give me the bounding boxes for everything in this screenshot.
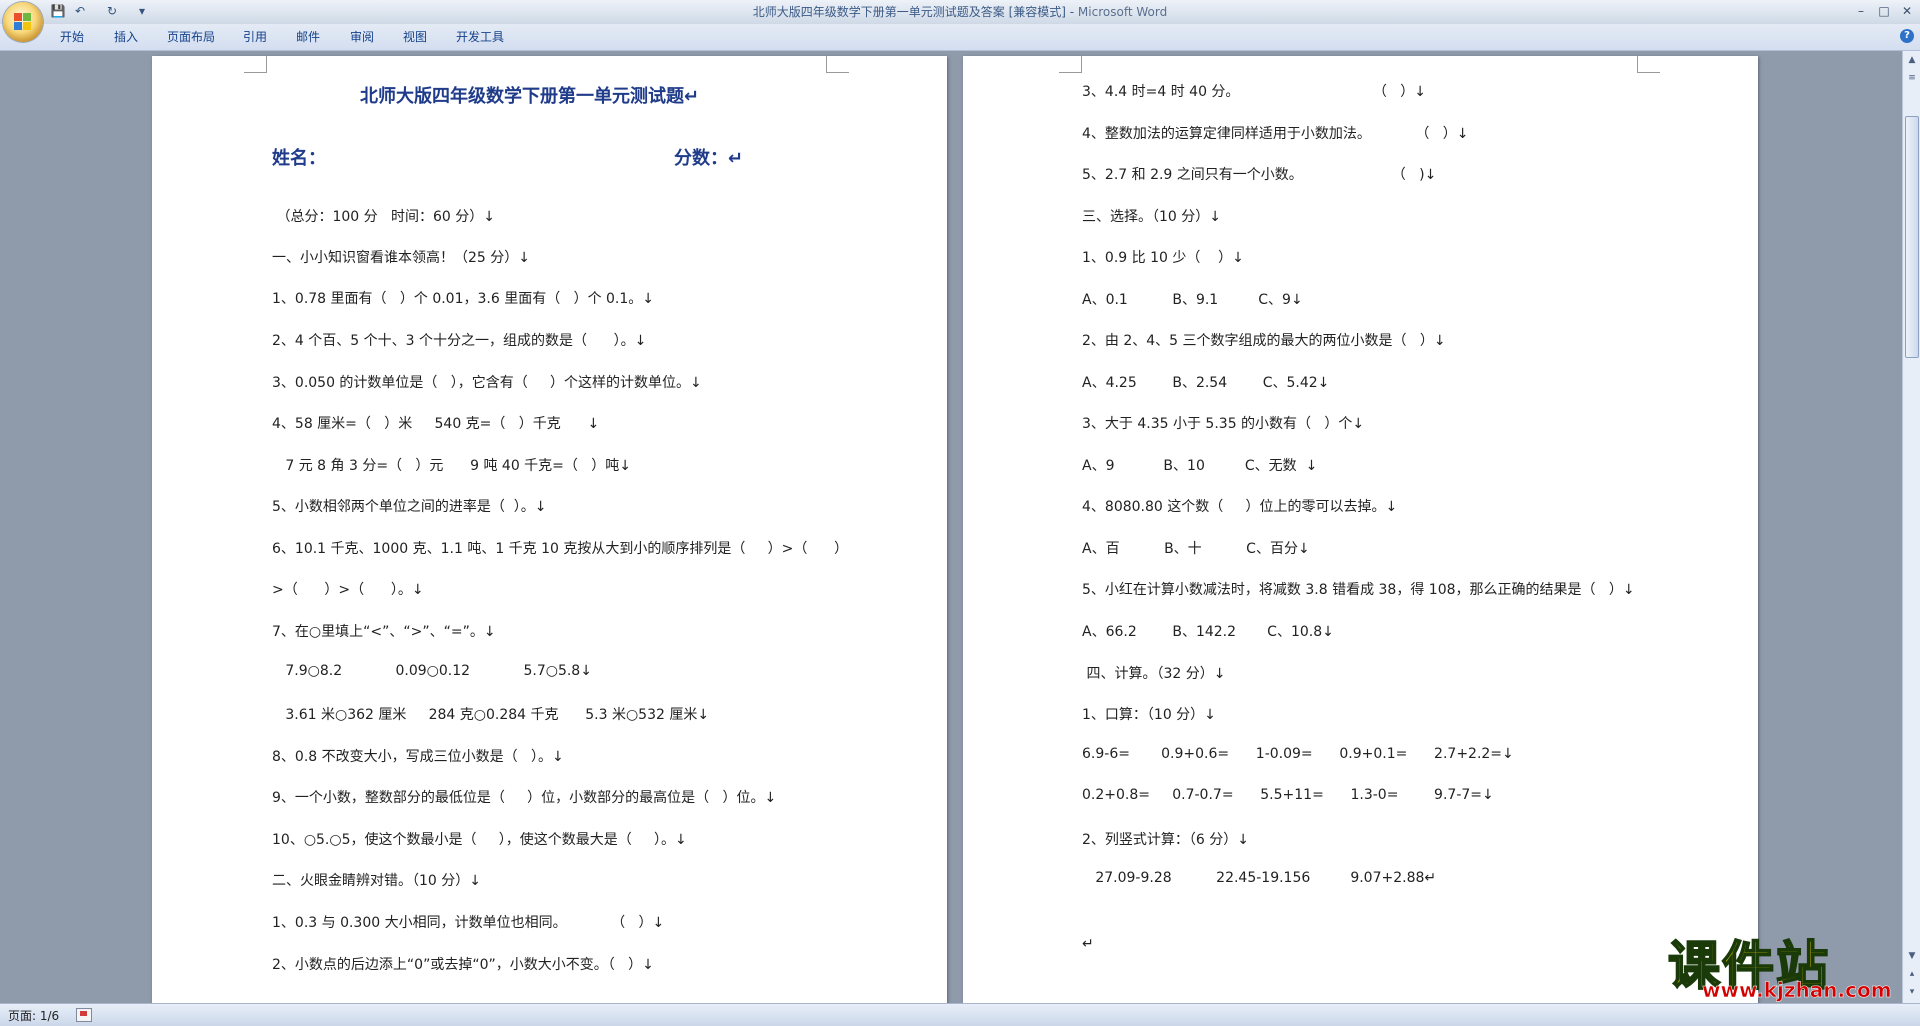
question-line: 2、列竖式计算：（6 分）↓ xyxy=(1082,832,1249,848)
question-line: 7、在○里填上“<”、“>”、“=”。↓ xyxy=(272,624,496,640)
proofing-icon[interactable] xyxy=(76,1008,92,1022)
next-page-icon[interactable]: ▾ xyxy=(1905,985,1919,999)
document-title: 北师大版四年级数学下册第一单元测试题↵ xyxy=(360,86,700,107)
watermark-logo: 课件站 www.kjzhan.com xyxy=(1667,924,1900,1004)
tab-developer[interactable]: 开发工具 xyxy=(456,29,504,45)
question-line: 9、一个小数，整数部分的最低位是（ ）位，小数部分的最高位是（ ）位。↓ xyxy=(272,790,777,806)
question-line: 1、0.3 与 0.300 大小相同，计数单位也相同。 （ ）↓ xyxy=(272,915,665,931)
question-line: 5、小红在计算小数减法时，将减数 3.8 错看成 38，得 108，那么正确的结… xyxy=(1082,582,1635,598)
text-line: （总分：100 分 时间：60 分）↓ xyxy=(272,209,495,225)
question-line: 10、○5.○5，使这个数最小是（ ），使这个数最大是（ ）。↓ xyxy=(272,832,687,848)
window-title: 北师大版四年级数学下册第一单元测试题及答案 [兼容模式] - Microsoft… xyxy=(0,0,1920,24)
section-heading: 四、计算。（32 分）↓ xyxy=(1082,666,1226,682)
question-line: 2、4 个百、5 个十、3 个十分之一，组成的数是（ ）。↓ xyxy=(272,333,647,349)
margin-marker xyxy=(826,56,849,73)
section-heading: 二、火眼金睛辨对错。（10 分）↓ xyxy=(272,873,481,889)
scroll-thumb[interactable] xyxy=(1905,116,1919,358)
tab-review[interactable]: 审阅 xyxy=(350,29,374,45)
question-line: 7 元 8 角 3 分=（ ）元 9 吨 40 千克=（ ）吨↓ xyxy=(272,458,631,474)
close-button[interactable]: ✕ xyxy=(1896,2,1918,20)
page-1[interactable]: 北师大版四年级数学下册第一单元测试题↵ 姓名： 分数：↵ （总分：100 分 时… xyxy=(152,56,947,1003)
tab-references[interactable]: 引用 xyxy=(243,29,267,45)
question-line: 6、10.1 千克、1000 克、1.1 吨、1 千克 10 克按从大到小的顺序… xyxy=(272,541,849,557)
question-line: 7.9○8.2 0.09○0.12 5.7○5.8↓ xyxy=(272,663,592,679)
minimize-button[interactable]: – xyxy=(1850,2,1872,20)
options-line: A、百 B、十 C、百分↓ xyxy=(1082,541,1310,557)
document-area[interactable]: 北师大版四年级数学下册第一单元测试题↵ 姓名： 分数：↵ （总分：100 分 时… xyxy=(0,51,1902,1003)
question-line: 4、整数加法的运算定律同样适用于小数加法。 （ ）↓ xyxy=(1082,126,1469,142)
page-counter[interactable]: 页面: 1/6 xyxy=(8,1007,59,1024)
watermark-url: www.kjzhan.com xyxy=(1702,978,1892,1003)
section-heading: 三、选择。（10 分）↓ xyxy=(1082,209,1221,225)
scroll-down-icon[interactable]: ▼ xyxy=(1905,949,1919,963)
section-heading: 一、小小知识窗看谁本领高！（25 分）↓ xyxy=(272,250,530,266)
margin-marker xyxy=(1637,56,1660,73)
options-line: A、66.2 B、142.2 C、10.8↓ xyxy=(1082,624,1334,640)
question-line: 3、4.4 时=4 时 40 分。 （ ）↓ xyxy=(1082,84,1427,100)
question-line: 3、大于 4.35 小于 5.35 的小数有（ ）个↓ xyxy=(1082,416,1365,432)
calc-line: 0.2+0.8= 0.7-0.7= 5.5+11= 1.3-0= 9.7-7=↓ xyxy=(1082,787,1494,803)
question-line: 2、由 2、4、5 三个数字组成的最大的两位小数是（ ）↓ xyxy=(1082,333,1446,349)
question-line: 1、口算：（10 分）↓ xyxy=(1082,707,1216,723)
vertical-scrollbar[interactable]: ▲ ≡ ▼ ▴ ▾ xyxy=(1902,51,1920,1003)
tab-home[interactable]: 开始 xyxy=(60,29,84,45)
question-line: 5、小数相邻两个单位之间的进率是（ ）。↓ xyxy=(272,499,547,515)
question-line: 4、58 厘米=（ ）米 540 克=（ ）千克 ↓ xyxy=(272,416,600,432)
question-line: 8、0.8 不改变大小，写成三位小数是（ ）。↓ xyxy=(272,749,564,765)
page-2[interactable]: 3、4.4 时=4 时 40 分。 （ ）↓ 4、整数加法的运算定律同样适用于小… xyxy=(963,56,1758,1003)
calc-line: 27.09-9.28 22.45-19.156 9.07+2.88↵ xyxy=(1082,870,1437,886)
ribbon-tab-bar: 开始 插入 页面布局 引用 邮件 审阅 视图 开发工具 ? xyxy=(0,24,1920,51)
tab-insert[interactable]: 插入 xyxy=(114,29,138,45)
question-line: 3.61 米○362 厘米 284 克○0.284 千克 5.3 米○532 厘… xyxy=(272,707,710,723)
document-name: 北师大版四年级数学下册第一单元测试题及答案 [兼容模式] - xyxy=(752,5,1078,19)
maximize-button[interactable]: □ xyxy=(1873,2,1895,20)
margin-marker xyxy=(1059,56,1082,73)
tab-page-layout[interactable]: 页面布局 xyxy=(167,29,215,45)
question-line: 2、小数点的后边添上“0”或去掉“0”，小数大小不变。（ ）↓ xyxy=(272,957,654,973)
question-line: 3、0.050 的计数单位是（ ），它含有（ ）个这样的计数单位。↓ xyxy=(272,375,702,391)
question-line: 5、2.7 和 2.9 之间只有一个小数。 （ )↓ xyxy=(1082,167,1437,183)
ruler-toggle-icon[interactable]: ≡ xyxy=(1905,71,1919,85)
tab-view[interactable]: 视图 xyxy=(403,29,427,45)
name-label: 姓名： xyxy=(272,148,326,169)
paragraph-mark: ↵ xyxy=(1082,936,1094,952)
score-label: 分数：↵ xyxy=(674,148,744,169)
calc-line: 6.9-6= 0.9+0.6= 1-0.09= 0.9+0.1= 2.7+2.2… xyxy=(1082,746,1514,762)
options-line: A、9 B、10 C、无数 ↓ xyxy=(1082,458,1318,474)
options-line: A、4.25 B、2.54 C、5.42↓ xyxy=(1082,375,1330,391)
question-line: >（ ）>（ ）。↓ xyxy=(272,582,424,598)
question-line: 1、0.78 里面有（ ）个 0.01，3.6 里面有（ ）个 0.1。↓ xyxy=(272,291,655,307)
question-line: 4、8080.80 这个数（ ）位上的零可以去掉。↓ xyxy=(1082,499,1398,515)
scroll-up-icon[interactable]: ▲ xyxy=(1905,53,1919,67)
help-icon[interactable]: ? xyxy=(1900,29,1914,43)
previous-page-icon[interactable]: ▴ xyxy=(1905,967,1919,981)
tab-mailings[interactable]: 邮件 xyxy=(296,29,320,45)
question-line: 1、0.9 比 10 少（ ）↓ xyxy=(1082,250,1244,266)
title-bar: 💾 ↶ ↻ ▾ 北师大版四年级数学下册第一单元测试题及答案 [兼容模式] - M… xyxy=(0,0,1920,42)
app-name: Microsoft Word xyxy=(1077,5,1168,19)
office-logo-icon xyxy=(14,13,32,31)
margin-marker xyxy=(244,56,267,73)
status-bar: 页面: 1/6 xyxy=(0,1003,1920,1026)
options-line: A、0.1 B、9.1 C、9↓ xyxy=(1082,292,1303,308)
office-button[interactable] xyxy=(3,2,43,42)
